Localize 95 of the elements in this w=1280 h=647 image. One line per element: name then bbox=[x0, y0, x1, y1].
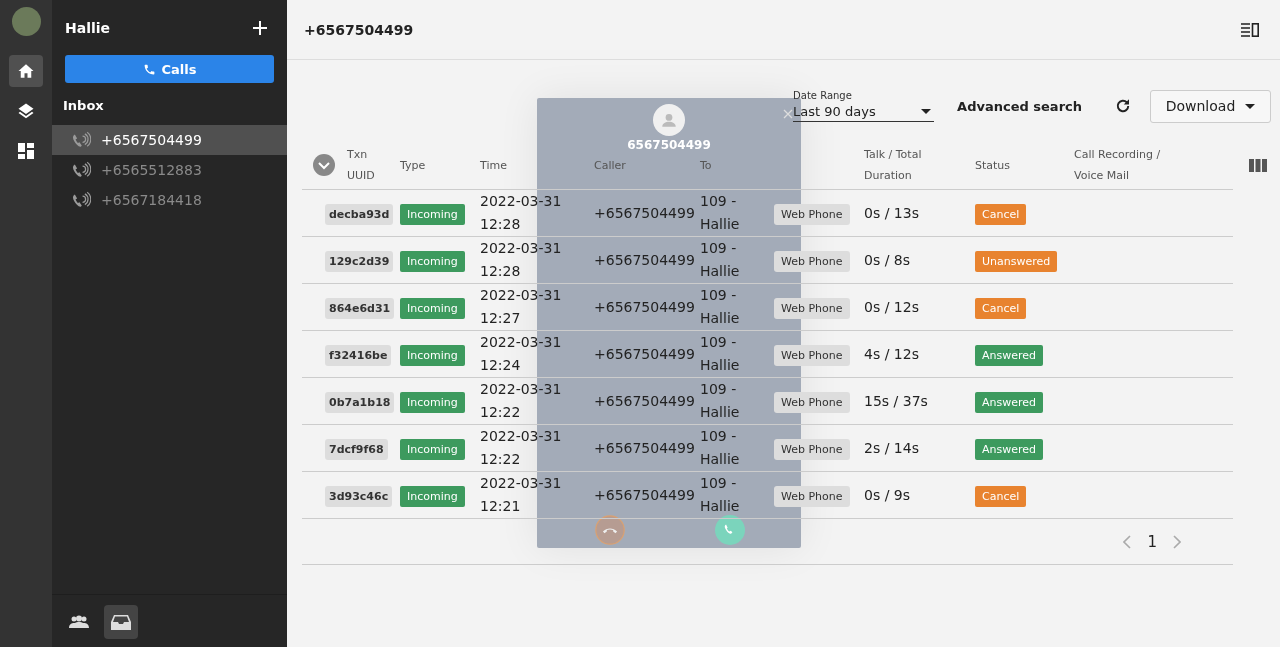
channel-tag: Web Phone bbox=[774, 344, 850, 366]
caller-number: 6567504499 bbox=[626, 138, 712, 152]
column-header: Time bbox=[480, 157, 507, 174]
call-type-tag: Incoming bbox=[400, 203, 465, 225]
ringing-phone-icon bbox=[71, 191, 91, 209]
call-type-tag: Incoming bbox=[400, 297, 465, 319]
ringing-phone-icon bbox=[71, 131, 91, 149]
channel-tag: Web Phone bbox=[774, 297, 850, 319]
table-cell: +6567504499 bbox=[594, 486, 695, 503]
advanced-search-link[interactable]: Advanced search bbox=[957, 98, 1082, 114]
user-name: Hallie bbox=[65, 20, 111, 36]
table-cell: 0s / 12s bbox=[864, 298, 919, 315]
inbox-tab-button[interactable] bbox=[104, 605, 138, 639]
calls-button[interactable]: Calls bbox=[65, 55, 274, 83]
page-title: +6567504499 bbox=[304, 21, 414, 38]
uuid-tag: 7dcf9f68 bbox=[325, 438, 388, 460]
status-tag: Cancel bbox=[975, 203, 1027, 225]
table-cell: 2022-03-31 12:22 bbox=[480, 428, 562, 467]
table-cell: +6567504499 bbox=[594, 392, 695, 409]
add-icon[interactable] bbox=[253, 21, 267, 35]
call-type-tag: Incoming bbox=[400, 438, 465, 460]
channel-tag: Web Phone bbox=[774, 250, 850, 272]
home-nav-button[interactable] bbox=[9, 55, 43, 87]
table-cell: 0s / 9s bbox=[864, 486, 911, 503]
status-tag: Answered bbox=[975, 391, 1044, 413]
inbox-item[interactable]: +6567184418 bbox=[52, 185, 287, 215]
table-cell: +6567504499 bbox=[594, 251, 695, 268]
column-header: Talk / Total Duration bbox=[864, 147, 923, 184]
page-number[interactable]: 1 bbox=[1147, 533, 1157, 551]
table-cell: +6567504499 bbox=[594, 345, 695, 362]
column-header: Txn UUID bbox=[347, 147, 376, 184]
ringing-phone-icon bbox=[71, 161, 91, 179]
panel-toggle-icon[interactable] bbox=[1241, 22, 1259, 37]
channel-tag: Web Phone bbox=[774, 203, 850, 225]
table-cell: 2022-03-31 12:21 bbox=[480, 475, 562, 514]
channel-tag: Web Phone bbox=[774, 485, 850, 507]
table-cell: 2022-03-31 12:24 bbox=[480, 334, 562, 373]
status-tag: Cancel bbox=[975, 297, 1027, 319]
table-cell: 0s / 8s bbox=[864, 251, 911, 268]
table-cell: 109 - Hallie bbox=[700, 240, 740, 279]
table-cell: 0s / 13s bbox=[864, 204, 919, 221]
table-cell: +6567504499 bbox=[594, 439, 695, 456]
uuid-tag: f32416be bbox=[325, 344, 392, 366]
column-header: Call Recording / Voice Mail bbox=[1074, 147, 1162, 184]
table-cell: +6567504499 bbox=[594, 204, 695, 221]
status-tag: Unanswered bbox=[975, 250, 1058, 272]
dashboard-icon bbox=[18, 143, 34, 159]
column-header: To bbox=[700, 157, 712, 174]
call-type-tag: Incoming bbox=[400, 250, 465, 272]
table-cell: 2s / 14s bbox=[864, 439, 919, 456]
call-type-tag: Incoming bbox=[400, 344, 465, 366]
caret-icon bbox=[921, 109, 932, 114]
table-cell: 109 - Hallie bbox=[700, 334, 740, 373]
table-cell: 109 - Hallie bbox=[700, 428, 740, 467]
inbox-heading: Inbox bbox=[62, 97, 105, 115]
uuid-tag: 3d93c46c bbox=[325, 485, 393, 507]
phone-icon bbox=[142, 62, 156, 76]
avatar-icon bbox=[653, 104, 685, 136]
status-tag: Answered bbox=[975, 438, 1044, 460]
call-type-tag: Incoming bbox=[400, 485, 465, 507]
table-cell: 109 - Hallie bbox=[700, 381, 740, 420]
status-tag: Cancel bbox=[975, 485, 1027, 507]
inbox-item[interactable]: +6565512883 bbox=[52, 155, 287, 185]
home-icon bbox=[17, 62, 35, 80]
column-header: Caller bbox=[594, 157, 626, 174]
expand-all-icon[interactable] bbox=[313, 154, 335, 176]
uuid-tag: 864e6d31 bbox=[325, 297, 395, 319]
avatar[interactable] bbox=[11, 7, 41, 36]
table-cell: 2022-03-31 12:27 bbox=[480, 287, 562, 326]
table-cell: 109 - Hallie bbox=[700, 193, 740, 232]
channel-tag: Web Phone bbox=[774, 438, 850, 460]
layers-icon bbox=[17, 102, 35, 120]
uuid-tag: 129c2d39 bbox=[325, 250, 394, 272]
column-header: Type bbox=[400, 157, 426, 174]
refresh-icon[interactable] bbox=[1114, 97, 1132, 115]
team-icon bbox=[69, 615, 89, 629]
table-cell: 2022-03-31 12:28 bbox=[480, 193, 562, 232]
table-cell: 2022-03-31 12:22 bbox=[480, 381, 562, 420]
call-type-tag: Incoming bbox=[400, 391, 465, 413]
status-tag: Answered bbox=[975, 344, 1044, 366]
caret-icon bbox=[1245, 103, 1256, 109]
uuid-tag: decba93d bbox=[325, 203, 394, 225]
table-cell: 2022-03-31 12:28 bbox=[480, 240, 562, 279]
columns-icon[interactable] bbox=[1249, 159, 1267, 172]
uuid-tag: 0b7a1b18 bbox=[325, 391, 395, 413]
download-button[interactable]: Download bbox=[1150, 89, 1271, 123]
inbox-tray-icon bbox=[111, 614, 131, 630]
channel-tag: Web Phone bbox=[774, 391, 850, 413]
table-cell: 4s / 12s bbox=[864, 345, 919, 362]
table-cell: 109 - Hallie bbox=[700, 475, 740, 514]
table-cell: +6567504499 bbox=[594, 298, 695, 315]
table-cell: 109 - Hallie bbox=[700, 287, 740, 326]
inbox-item[interactable]: +6567504499 bbox=[52, 125, 287, 155]
table-cell: 15s / 37s bbox=[864, 392, 928, 409]
column-header: Status bbox=[975, 157, 1011, 174]
